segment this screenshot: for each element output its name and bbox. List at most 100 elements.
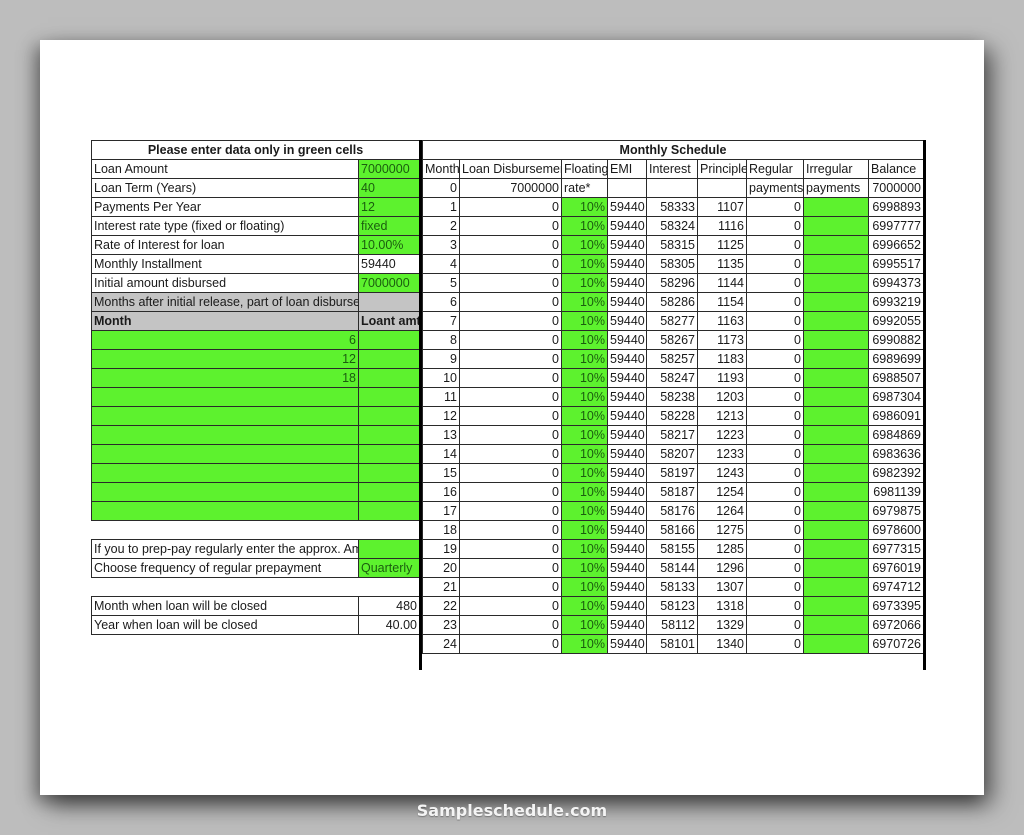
cell-irregular[interactable] xyxy=(803,406,869,426)
cell-irregular[interactable] xyxy=(803,311,869,331)
header-interest: Interest xyxy=(646,159,698,179)
cell-loan-disbursement: 0 xyxy=(459,235,562,255)
cell-irregular[interactable] xyxy=(803,596,869,616)
prepay-amount-label: If you to prep-pay regularly enter the a… xyxy=(91,539,359,559)
cell-irregular[interactable] xyxy=(803,387,869,407)
cell-irregular[interactable] xyxy=(803,425,869,445)
cell-interest: 58176 xyxy=(646,501,698,521)
cell-balance: 6994373 xyxy=(867,273,925,293)
disbursement-amount-cell[interactable] xyxy=(358,387,420,407)
disbursement-month-cell[interactable] xyxy=(91,463,359,483)
cell-floating[interactable]: 10% xyxy=(561,406,608,426)
cell-floating[interactable]: 10% xyxy=(561,501,608,521)
input-value-cell[interactable]: fixed xyxy=(358,216,420,236)
disbursement-amount-cell[interactable] xyxy=(358,501,420,521)
cell-floating[interactable]: 10% xyxy=(561,558,608,578)
cell-irregular[interactable] xyxy=(803,634,869,654)
disbursement-month-cell[interactable] xyxy=(91,425,359,445)
schedule-row: 22 0 10% 59440 58123 1318 0 6973395 xyxy=(422,596,925,616)
cell-irregular[interactable] xyxy=(803,577,869,597)
cell-floating[interactable]: 10% xyxy=(561,197,608,217)
header-balance: Balance xyxy=(867,159,925,179)
cell-floating[interactable]: 10% xyxy=(561,596,608,616)
cell-floating[interactable]: 10% xyxy=(561,273,608,293)
disbursement-amount-cell[interactable] xyxy=(358,368,420,388)
cell-principle: 1203 xyxy=(697,387,747,407)
disbursement-amount-cell[interactable] xyxy=(358,349,420,369)
cell-month: 15 xyxy=(422,463,460,483)
cell-regular: 0 xyxy=(746,349,804,369)
cell-floating[interactable]: 10% xyxy=(561,520,608,540)
disbursement-month-cell[interactable] xyxy=(91,406,359,426)
cell-interest: 58247 xyxy=(646,368,698,388)
disbursement-amount-cell[interactable] xyxy=(358,444,420,464)
cell-floating[interactable]: 10% xyxy=(561,463,608,483)
input-title-row: Please enter data only in green cells xyxy=(91,140,420,160)
disbursement-amount-cell[interactable] xyxy=(358,330,420,350)
disbursement-amount-cell[interactable] xyxy=(358,406,420,426)
schedule-row: 9 0 10% 59440 58257 1183 0 6989699 xyxy=(422,349,925,369)
cell-irregular[interactable] xyxy=(803,368,869,388)
cell-principle: 1163 xyxy=(697,311,747,331)
cell-floating[interactable]: 10% xyxy=(561,444,608,464)
disbursement-amount-cell[interactable] xyxy=(358,425,420,445)
cell-floating[interactable]: 10% xyxy=(561,292,608,312)
prepay-frequency-select[interactable]: Quarterly xyxy=(358,558,420,578)
disbursement-amount-cell[interactable] xyxy=(358,482,420,502)
cell-floating[interactable]: 10% xyxy=(561,387,608,407)
cell-floating[interactable]: 10% xyxy=(561,539,608,559)
close-month-row: Month when loan will be closed 480 xyxy=(91,596,420,616)
cell-irregular[interactable] xyxy=(803,216,869,236)
cell-irregular[interactable] xyxy=(803,254,869,274)
cell-irregular[interactable] xyxy=(803,349,869,369)
cell-irregular[interactable] xyxy=(803,482,869,502)
cell-floating[interactable]: 10% xyxy=(561,615,608,635)
disbursement-month-cell[interactable]: 12 xyxy=(91,349,359,369)
cell-irregular[interactable] xyxy=(803,235,869,255)
input-value-cell[interactable]: 7000000 xyxy=(358,273,420,293)
cell-regular: 0 xyxy=(746,520,804,540)
cell-floating[interactable]: 10% xyxy=(561,425,608,445)
disbursement-month-cell[interactable] xyxy=(91,387,359,407)
cell-irregular[interactable] xyxy=(803,501,869,521)
cell-irregular[interactable] xyxy=(803,539,869,559)
cell-principle: 1223 xyxy=(697,425,747,445)
cell-loan-disbursement: 0 xyxy=(459,292,562,312)
cell-floating[interactable]: 10% xyxy=(561,482,608,502)
disbursement-amount-cell[interactable] xyxy=(358,463,420,483)
cell-irregular[interactable] xyxy=(803,330,869,350)
prepay-amount-input[interactable] xyxy=(358,539,420,559)
input-value-cell[interactable]: 12 xyxy=(358,197,420,217)
cell-irregular[interactable] xyxy=(803,520,869,540)
cell-emi: 59440 xyxy=(607,444,647,464)
cell-floating[interactable]: 10% xyxy=(561,368,608,388)
cell-floating[interactable]: 10% xyxy=(561,216,608,236)
cell-irregular[interactable] xyxy=(803,444,869,464)
schedule-row: 14 0 10% 59440 58207 1233 0 6983636 xyxy=(422,444,925,464)
disbursement-row xyxy=(91,501,420,521)
cell-floating[interactable]: 10% xyxy=(561,330,608,350)
cell-irregular[interactable] xyxy=(803,463,869,483)
input-value-cell[interactable]: 40 xyxy=(358,178,420,198)
cell-irregular[interactable] xyxy=(803,558,869,578)
cell-irregular[interactable] xyxy=(803,273,869,293)
cell-floating[interactable]: 10% xyxy=(561,311,608,331)
cell-floating[interactable]: 10% xyxy=(561,634,608,654)
disbursement-month-cell[interactable] xyxy=(91,482,359,502)
cell-irregular[interactable] xyxy=(803,292,869,312)
cell-balance: 6986091 xyxy=(867,406,925,426)
cell-floating[interactable]: 10% xyxy=(561,577,608,597)
input-value-cell[interactable]: 10.00% xyxy=(358,235,420,255)
disbursement-month-cell[interactable] xyxy=(91,444,359,464)
cell-irregular[interactable] xyxy=(803,197,869,217)
disbursement-row xyxy=(91,406,420,426)
disbursement-month-cell[interactable]: 18 xyxy=(91,368,359,388)
input-value-cell[interactable]: 7000000 xyxy=(358,159,420,179)
cell-floating[interactable]: 10% xyxy=(561,254,608,274)
cell-floating[interactable]: 10% xyxy=(561,235,608,255)
disbursement-month-cell[interactable]: 6 xyxy=(91,330,359,350)
cell-emi: 59440 xyxy=(607,577,647,597)
cell-floating[interactable]: 10% xyxy=(561,349,608,369)
disbursement-month-cell[interactable] xyxy=(91,501,359,521)
cell-irregular[interactable] xyxy=(803,615,869,635)
